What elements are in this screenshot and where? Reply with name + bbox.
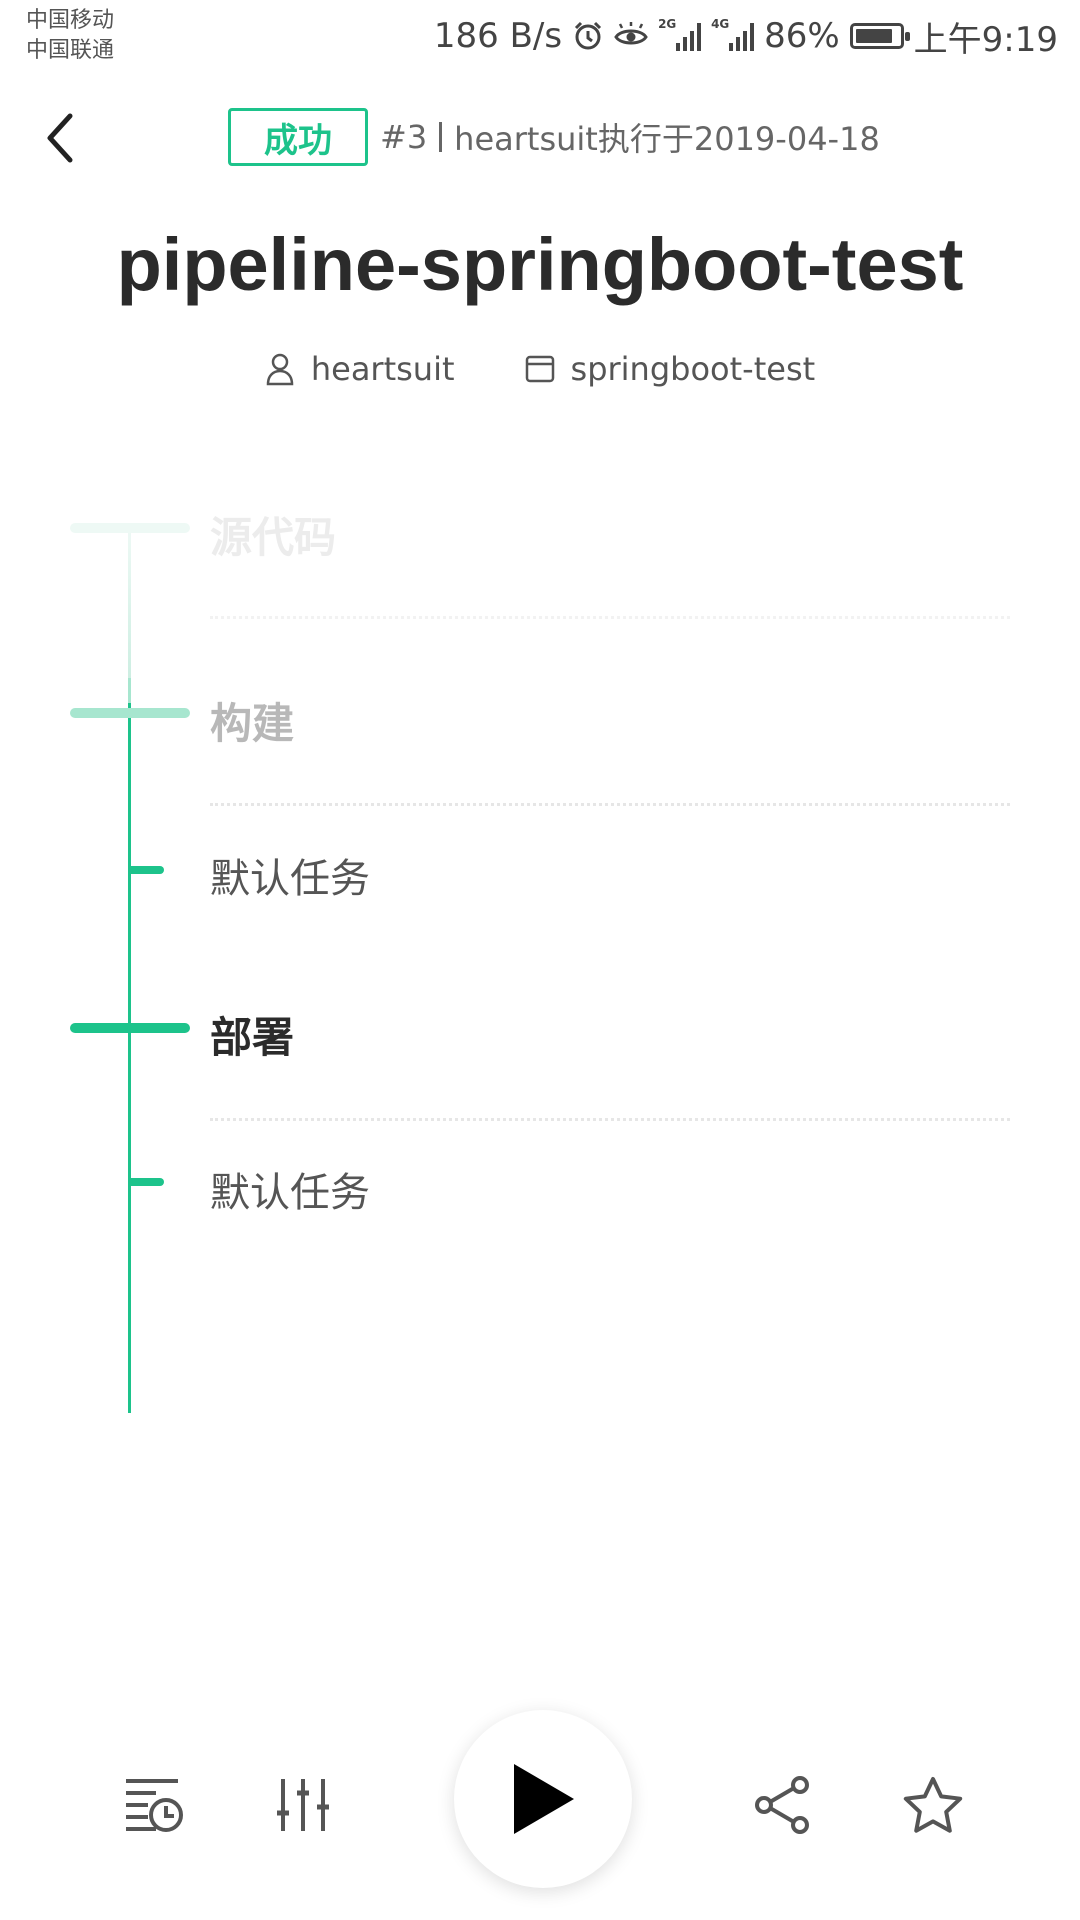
carrier-info: 中国移动 中国联通 [26, 6, 114, 66]
stage-deploy[interactable]: 部署 [210, 1004, 294, 1065]
repo-name: springboot-test [570, 350, 816, 388]
task-marker [128, 1178, 164, 1186]
run-number: #3 [380, 118, 428, 156]
timeline-connector [128, 678, 131, 703]
run-pipeline-button[interactable] [454, 1710, 632, 1888]
user-icon [266, 353, 294, 386]
stage-marker [70, 523, 190, 533]
stage-divider [210, 803, 1010, 806]
favorite-button[interactable] [898, 1770, 968, 1840]
executed-by: heartsuit执行于2019-04-18 [454, 120, 880, 158]
timeline-connector [128, 528, 131, 678]
share-button[interactable] [748, 1770, 818, 1840]
battery-percent: 86% [764, 16, 840, 56]
clock: 上午9:19 [913, 19, 1058, 60]
window-icon [525, 355, 554, 383]
pipeline-timeline: 源代码 构建 默认任务 部署 默认任务 [0, 480, 1080, 1413]
sliders-icon [277, 1779, 329, 1831]
build-info: 成功 #3 heartsuit执行于2019-04-18 [228, 108, 880, 166]
history-button[interactable] [118, 1770, 188, 1840]
chevron-left-icon [47, 113, 73, 163]
share-icon [755, 1776, 809, 1834]
status-right: 186 B/s 2G 4G 86% 上午9:19 [433, 14, 1058, 60]
battery-icon [849, 23, 910, 49]
alarm-icon [572, 20, 604, 52]
stage-divider [210, 616, 1010, 619]
stage-divider [210, 1118, 1010, 1121]
page-title: pipeline-springboot-test [116, 223, 964, 306]
play-icon [514, 1764, 574, 1834]
status-badge: 成功 [228, 108, 368, 166]
carrier-1: 中国移动 [26, 8, 115, 33]
task-deploy-default[interactable]: 默认任务 [210, 1160, 370, 1218]
parameters-button[interactable] [268, 1770, 338, 1840]
status-bar: 中国移动 中国联通 186 B/s 2G 4G 86% 上午9:19 [0, 0, 1080, 80]
timeline-connector [128, 703, 131, 1413]
signal-2g-icon: 2G [658, 17, 702, 51]
pipeline-meta: heartsuit springboot-test [0, 350, 1080, 388]
user-info: heartsuit [265, 350, 455, 388]
network-speed: 186 B/s [433, 16, 563, 56]
history-icon [126, 1779, 183, 1832]
repo-info: springboot-test [525, 350, 816, 388]
stage-marker [70, 708, 190, 718]
back-button[interactable] [40, 108, 80, 168]
eye-comfort-icon [614, 22, 648, 50]
divider [439, 122, 443, 152]
stage-build[interactable]: 构建 [210, 690, 294, 751]
signal-4g-icon: 4G [711, 17, 755, 51]
task-marker [128, 866, 164, 874]
user-name: heartsuit [310, 350, 455, 388]
carrier-2: 中国联通 [26, 38, 115, 63]
star-icon [903, 1777, 963, 1833]
stage-marker [70, 1023, 190, 1033]
stage-source[interactable]: 源代码 [210, 504, 336, 565]
task-build-default[interactable]: 默认任务 [210, 846, 370, 904]
